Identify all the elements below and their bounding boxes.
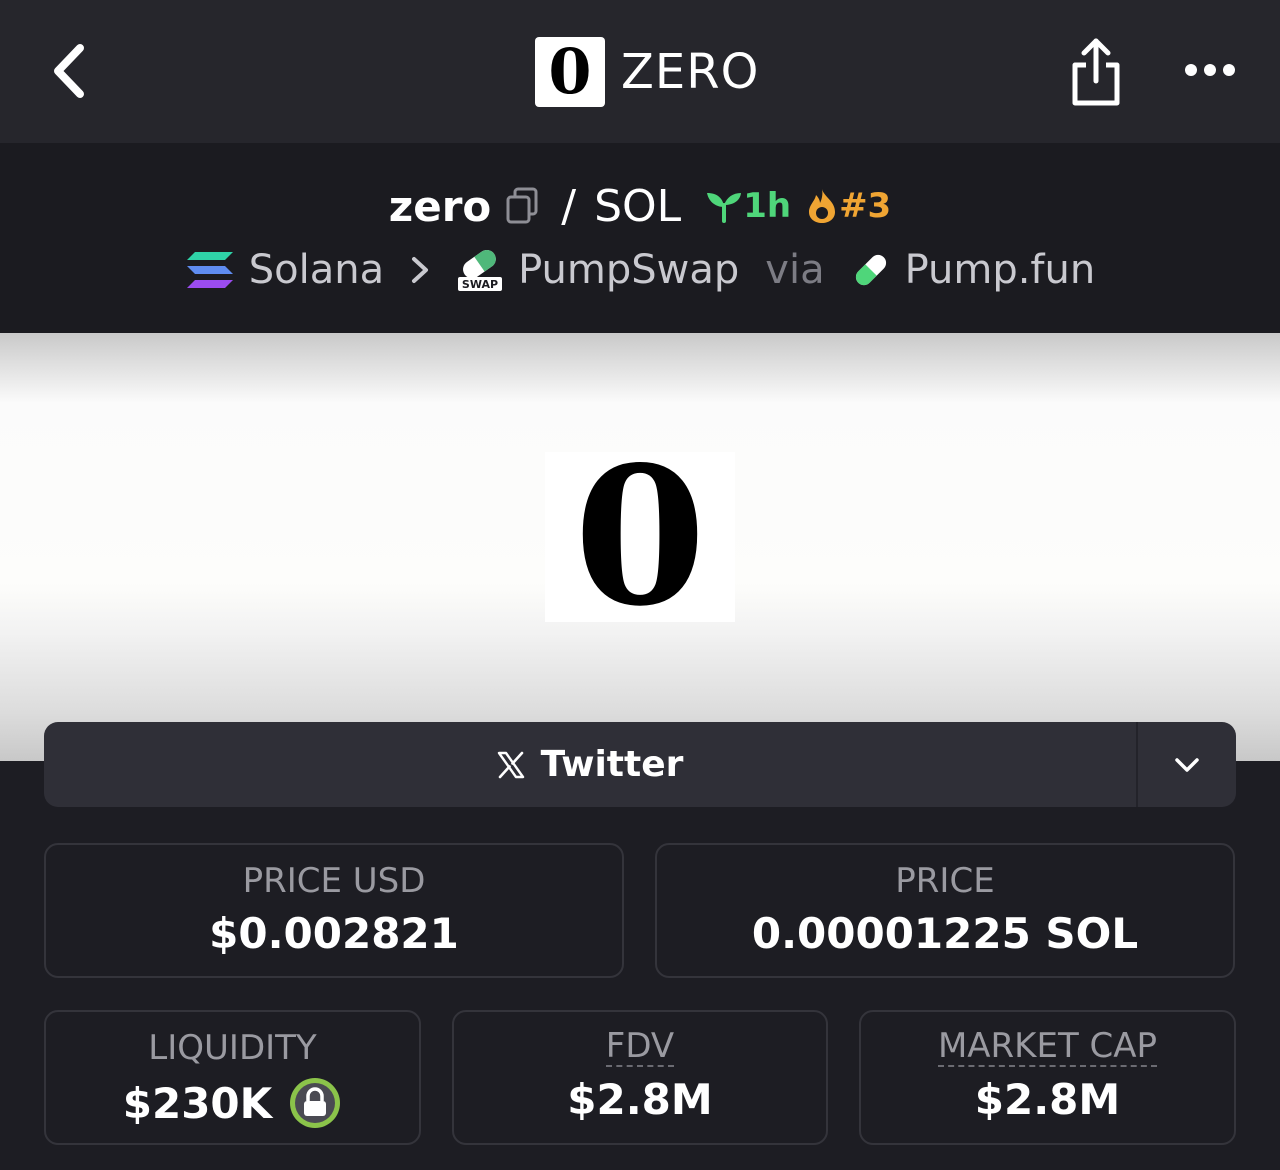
launchpad-link[interactable]: Pump.fun [905,247,1096,293]
more-options-button[interactable] [1180,50,1240,90]
page-title: ZERO [621,44,760,100]
banner-token-logo: 0 [545,442,735,632]
pill-icon [855,254,886,286]
rank-text: #3 [839,186,892,226]
market-cap-value: $2.8M [974,1075,1121,1125]
age-text: 1h [743,186,792,226]
chevron-right-icon [412,257,429,283]
pumpswap-icon: SWAP [458,250,503,291]
route-row: Solana SWAP PumpSwap via Pump.fun [0,244,1280,296]
lock-icon[interactable] [288,1076,342,1130]
via-label: via [765,247,825,293]
copy-icon[interactable] [505,187,539,225]
market-cap-card[interactable]: MARKET CAP $2.8M [859,1010,1236,1145]
share-icon [1072,38,1120,106]
pair-row: zero / SOL 1h #3 [0,178,1280,234]
fdv-card[interactable]: FDV $2.8M [452,1010,828,1145]
liquidity-value: $230K [122,1078,273,1128]
twitter-button[interactable]: Twitter [44,722,1136,807]
top-nav-bar: 0 ZERO [0,0,1280,143]
price-native-label: PRICE [895,861,995,901]
age-badge: 1h [705,186,791,226]
dex-link[interactable]: PumpSwap [518,247,739,293]
share-button[interactable] [1066,36,1126,108]
trending-rank-badge[interactable]: #3 [805,186,891,226]
price-native-card: PRICE 0.00001225 SOL [655,843,1235,978]
sprout-icon [707,193,742,223]
base-token-symbol: zero [388,181,492,231]
social-links-bar: Twitter [44,722,1236,807]
more-icon [1185,64,1235,76]
back-icon [54,44,84,98]
price-usd-value: $0.002821 [209,909,459,958]
token-logo: 0 [535,37,605,107]
price-usd-card: PRICE USD $0.002821 [44,843,624,978]
pair-header [0,143,1280,333]
solana-icon [186,252,233,288]
more-links-dropdown[interactable] [1138,722,1236,807]
chain-link[interactable]: Solana [249,247,384,293]
fdv-label: FDV [605,1026,675,1068]
price-usd-label: PRICE USD [242,861,426,901]
quote-token-symbol: SOL [594,180,682,232]
market-cap-label: MARKET CAP [937,1026,1158,1068]
liquidity-card: LIQUIDITY $230K [44,1010,421,1145]
chevron-down-icon [1175,757,1199,772]
back-button[interactable] [38,38,98,104]
token-title: 0 ZERO [535,36,759,108]
price-native-value: 0.00001225 SOL [751,909,1139,958]
twitter-label: Twitter [540,744,684,785]
pumpswap-badge-text: SWAP [462,278,498,291]
liquidity-label: LIQUIDITY [148,1028,317,1068]
flame-icon [809,189,836,223]
liquidity-value-row: $230K [46,1076,419,1130]
fdv-value: $2.8M [567,1075,713,1125]
x-icon [497,751,524,778]
pair-separator: / [561,180,577,232]
